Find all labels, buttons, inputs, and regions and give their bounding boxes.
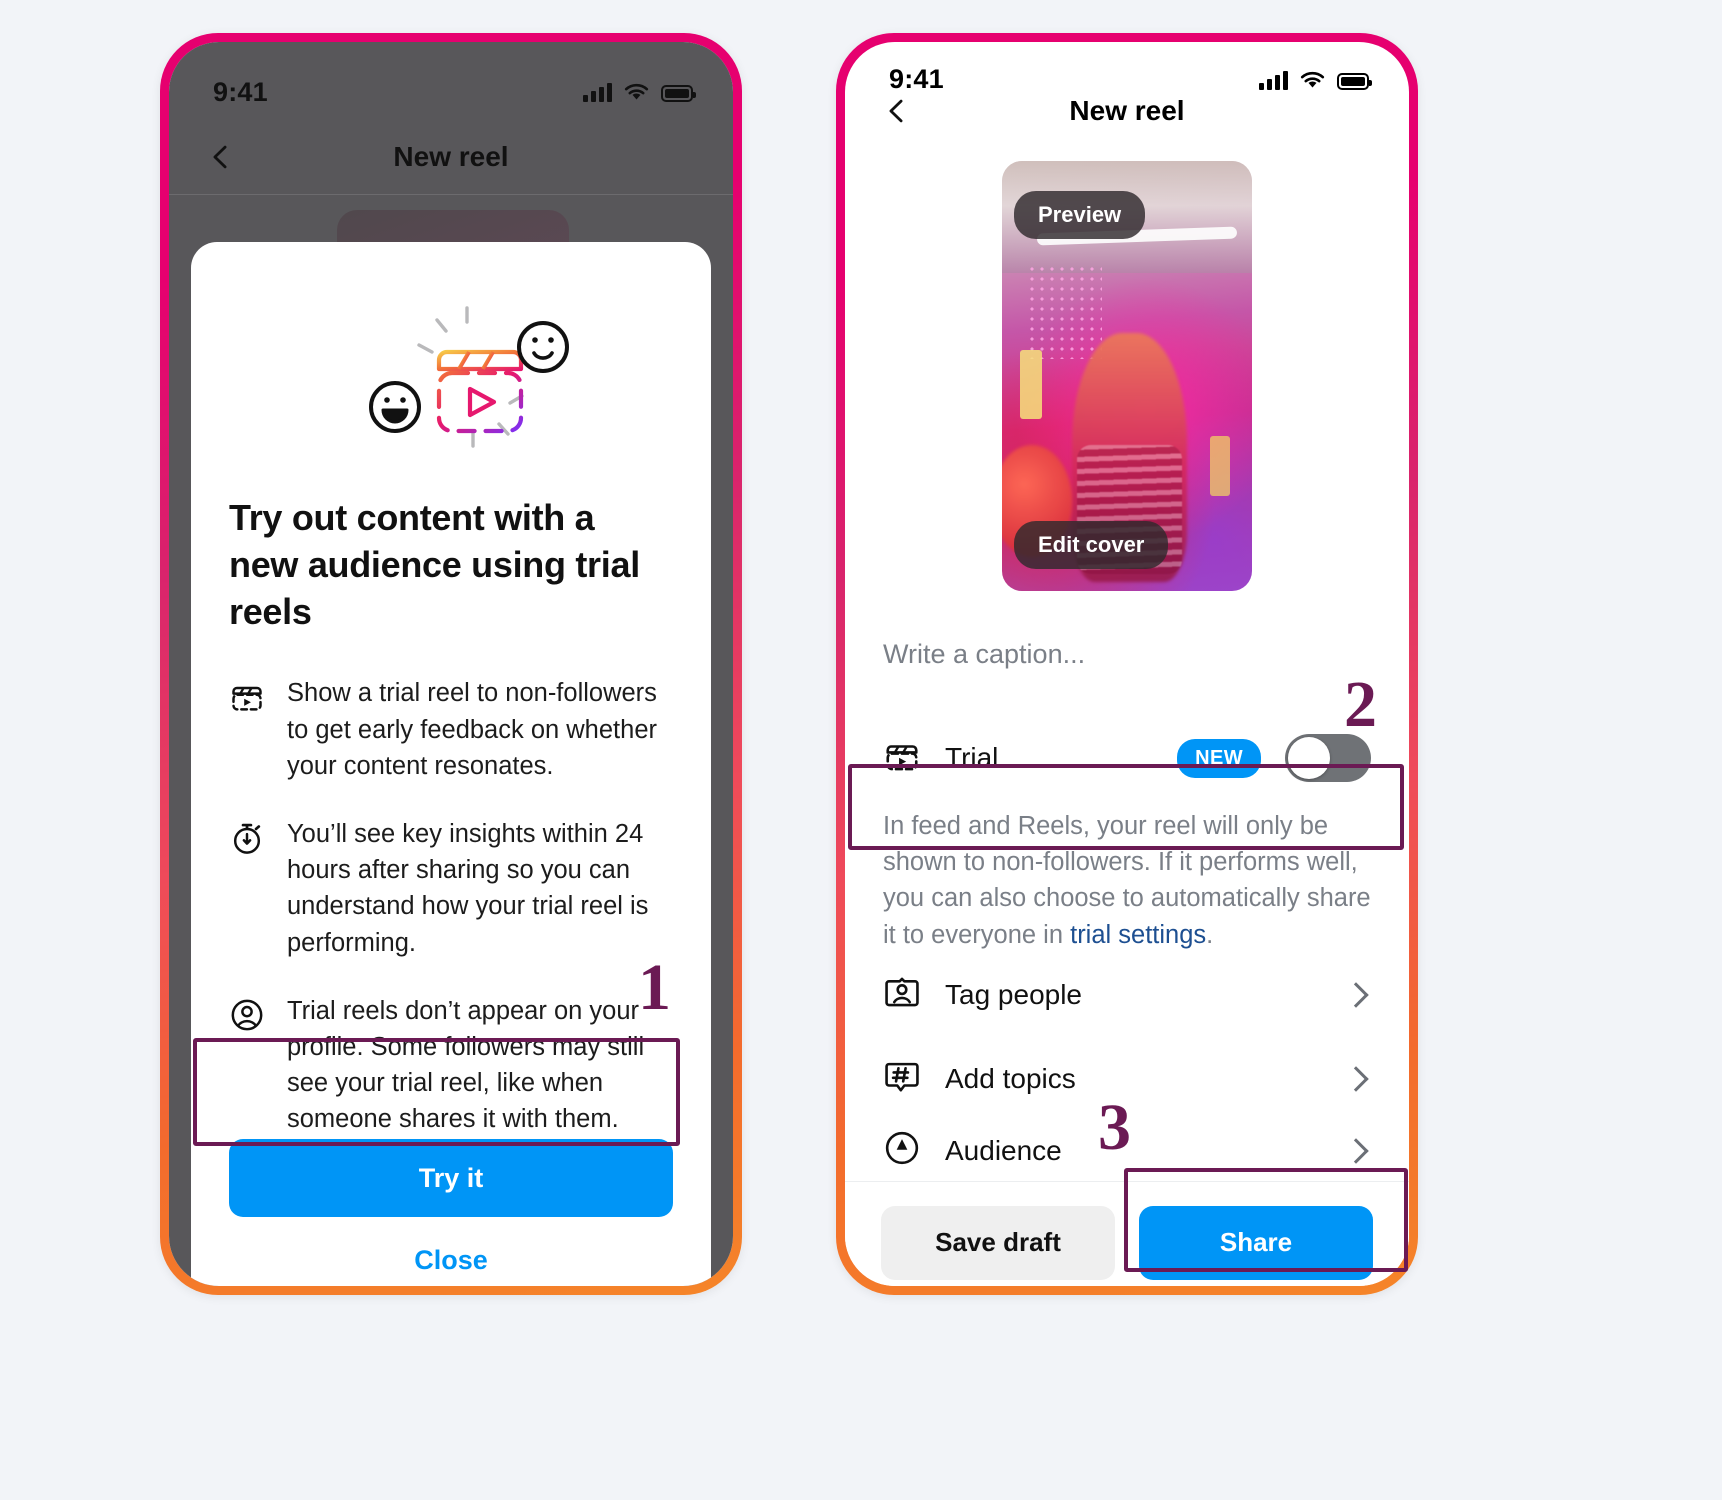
trial-reel-icon bbox=[229, 679, 265, 720]
tag-people-icon bbox=[883, 973, 921, 1016]
left-status-bar: 9:41 bbox=[169, 42, 733, 120]
annotation-step-3: 3 bbox=[1098, 1091, 1131, 1164]
status-icons bbox=[583, 82, 696, 102]
cover-art-yellow-right bbox=[1209, 436, 1230, 497]
left-nav-bar: New reel bbox=[169, 120, 733, 194]
trial-description: In feed and Reels, your reel will only b… bbox=[845, 806, 1409, 953]
stopwatch-icon bbox=[229, 820, 265, 861]
save-draft-button[interactable]: Save draft bbox=[881, 1205, 1115, 1280]
edit-cover-button[interactable]: Edit cover bbox=[1014, 521, 1169, 569]
close-link[interactable]: Close bbox=[229, 1217, 673, 1286]
trial-description-suffix: . bbox=[1206, 920, 1214, 949]
caption-input[interactable]: Write a caption... bbox=[883, 639, 1371, 670]
chevron-right-icon bbox=[1343, 1066, 1369, 1092]
left-phone-screen: 9:41 New reel Try out content with a new… bbox=[169, 42, 733, 1286]
share-button[interactable]: Share bbox=[1139, 1205, 1373, 1280]
modal-cta-area: Try it Close bbox=[229, 1139, 673, 1286]
new-badge: NEW bbox=[1177, 738, 1261, 778]
screenshot-stage: 9:41 New reel Try out content with a new… bbox=[0, 0, 1722, 1500]
status-time: 9:41 bbox=[889, 64, 944, 94]
bullet-text: Trial reels don’t appear on your profile… bbox=[287, 996, 645, 1134]
chevron-left-icon[interactable] bbox=[883, 97, 911, 125]
bullet-text: You’ll see key insights within 24 hours … bbox=[287, 820, 649, 957]
hashtag-icon bbox=[883, 1057, 921, 1100]
cellular-bars-icon bbox=[1259, 70, 1288, 90]
battery-full-icon bbox=[661, 85, 696, 102]
status-icons bbox=[1259, 70, 1372, 90]
option-row-tag-people[interactable]: Tag people bbox=[845, 953, 1409, 1037]
grinning-face-icon bbox=[369, 380, 421, 433]
modal-title: Try out content with a new audience usin… bbox=[229, 497, 640, 632]
bullet-item: You’ll see key insights within 24 hours … bbox=[229, 816, 673, 961]
hero-illustration bbox=[229, 282, 673, 487]
trial-reels-intro-modal: Try out content with a new audience usin… bbox=[191, 242, 711, 1286]
page-title: New reel bbox=[1069, 95, 1185, 126]
trial-settings-link[interactable]: trial settings bbox=[1070, 921, 1206, 949]
chevron-left-icon[interactable] bbox=[207, 143, 235, 171]
try-it-button[interactable]: Try it bbox=[229, 1139, 673, 1217]
option-label: Tag people bbox=[945, 978, 1083, 1010]
option-label: Audience bbox=[945, 1134, 1062, 1166]
dimmed-background-screen: 9:41 New reel Try out content with a new… bbox=[169, 42, 733, 1286]
account-circle-icon bbox=[229, 997, 265, 1038]
toggle-knob bbox=[1288, 737, 1330, 779]
bottom-action-bar: Save draft Share bbox=[845, 1180, 1409, 1286]
audience-icon bbox=[883, 1129, 921, 1172]
wifi-icon bbox=[624, 83, 649, 100]
chevron-right-icon bbox=[1343, 982, 1369, 1008]
cover-art-dot-grid bbox=[1027, 264, 1102, 359]
bullet-item: Show a trial reel to non-followers to ge… bbox=[229, 675, 673, 784]
trial-toggle-switch[interactable] bbox=[1285, 734, 1371, 782]
annotation-step-1: 1 bbox=[638, 951, 671, 1024]
status-time: 9:41 bbox=[213, 76, 268, 107]
caption-row: Write a caption... bbox=[845, 613, 1409, 710]
trial-toggle-row[interactable]: Trial NEW bbox=[845, 710, 1409, 806]
cover-art-yellow-left bbox=[1019, 350, 1042, 419]
modal-bullet-list: Show a trial reel to non-followers to ge… bbox=[229, 675, 673, 1137]
page-title: New reel bbox=[393, 141, 509, 172]
trial-reel-sparkle-icon bbox=[369, 305, 569, 448]
smiley-face-icon bbox=[517, 320, 569, 373]
right-nav-bar: New reel bbox=[845, 95, 1409, 127]
battery-full-icon bbox=[1337, 72, 1372, 90]
option-label: Add topics bbox=[945, 1062, 1076, 1094]
bullet-item: Trial reels don’t appear on your profile… bbox=[229, 993, 673, 1138]
chevron-right-icon bbox=[1343, 1138, 1369, 1164]
nav-divider bbox=[169, 194, 733, 195]
trial-reel-icon bbox=[883, 737, 921, 780]
cover-area: Preview Edit cover bbox=[845, 127, 1409, 613]
cellular-bars-icon bbox=[583, 82, 612, 102]
preview-button[interactable]: Preview bbox=[1014, 191, 1146, 239]
right-status-bar: 9:41 bbox=[845, 42, 1409, 95]
trial-label: Trial bbox=[945, 742, 999, 773]
left-phone-frame: 9:41 New reel Try out content with a new… bbox=[160, 33, 742, 1295]
reel-cover-thumbnail[interactable]: Preview Edit cover bbox=[1002, 161, 1252, 591]
bullet-text: Show a trial reel to non-followers to ge… bbox=[287, 679, 657, 780]
annotation-step-2: 2 bbox=[1344, 668, 1377, 741]
wifi-icon bbox=[1300, 71, 1325, 87]
